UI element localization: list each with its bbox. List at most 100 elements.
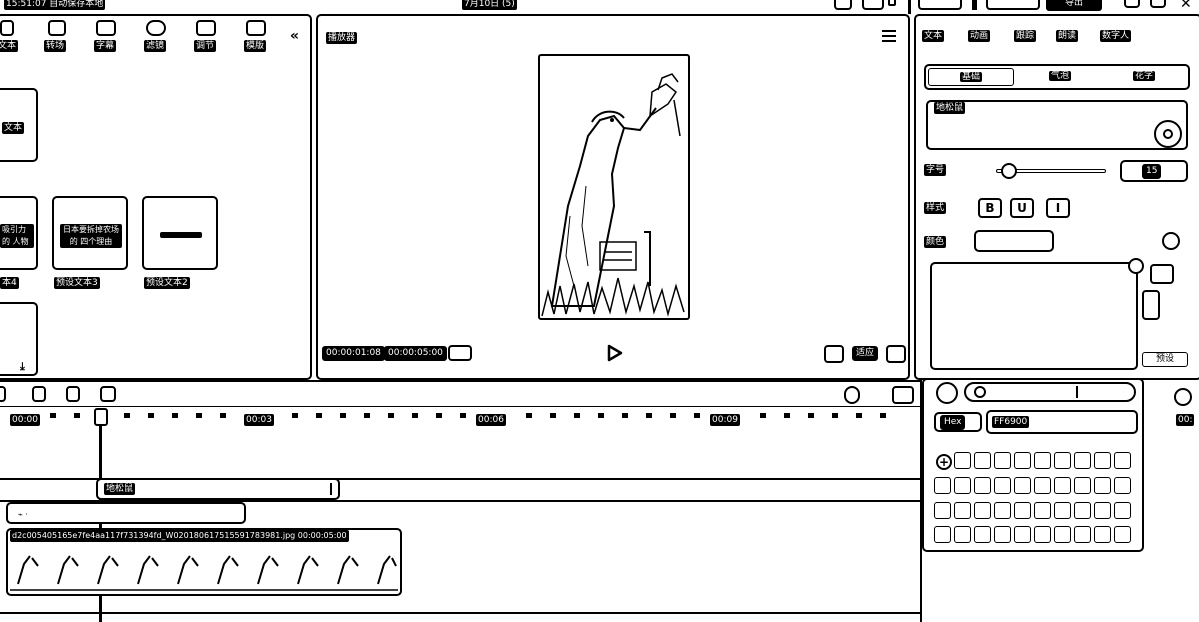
trim-right-icon[interactable] [66, 386, 80, 402]
close-icon[interactable]: ✕ [1180, 0, 1192, 12]
color-swatch[interactable] [974, 452, 991, 469]
link-icon[interactable] [1150, 264, 1174, 284]
preset-card[interactable]: 文本 [0, 88, 38, 162]
color-swatch[interactable] [1034, 501, 1051, 519]
color-swatch[interactable] [1094, 476, 1111, 494]
color-swatch[interactable] [1074, 476, 1091, 494]
video-clip[interactable]: d2c005405165e7fe4aa117f731394fd_W0201806… [6, 528, 402, 596]
opacity-handle[interactable] [974, 386, 986, 398]
color-swatch[interactable] [1054, 501, 1071, 519]
subtab-basic[interactable]: 基础 [928, 68, 1014, 86]
text-clip[interactable]: 地松鼠 [96, 478, 340, 500]
color-swatch[interactable] [1094, 501, 1111, 519]
italic-button[interactable]: I [1046, 198, 1070, 218]
clip-handle-right[interactable] [330, 483, 332, 495]
eyedropper-icon[interactable] [1128, 258, 1144, 274]
tab-digital-human[interactable]: 数字人 [1100, 30, 1132, 42]
play-button[interactable] [604, 343, 624, 363]
font-size-slider[interactable] [996, 163, 1106, 179]
color-swatch[interactable] [994, 452, 1011, 469]
color-swatch[interactable] [1014, 526, 1031, 544]
opacity-slider[interactable] [964, 382, 1136, 402]
color-swatch[interactable] [1114, 501, 1131, 519]
color-swatch[interactable] [1014, 476, 1031, 494]
color-swatch[interactable] [1094, 526, 1111, 544]
preset-card[interactable]: 日本要拆掉农场的 四个理由 [52, 196, 128, 270]
tab-tracking[interactable]: 跟踪 [1014, 30, 1037, 42]
preset-card[interactable]: ⤓ [0, 302, 38, 376]
bold-button[interactable]: B [978, 198, 1002, 218]
screen-icon[interactable] [862, 0, 884, 10]
trim-left-icon[interactable] [32, 386, 46, 402]
layout-icon[interactable] [834, 0, 852, 10]
color-swatch[interactable] [954, 501, 971, 519]
color-swatch[interactable] [1054, 526, 1071, 544]
preset-button[interactable]: 预设 [1142, 352, 1188, 367]
color-swatch[interactable] [954, 452, 971, 469]
publish-button[interactable] [986, 0, 1040, 10]
color-swatch[interactable] [1114, 476, 1131, 494]
audio-clip[interactable]: ⌁ · [6, 502, 246, 524]
color-swatch[interactable] [994, 501, 1011, 519]
zoom-icon[interactable] [824, 345, 844, 363]
download-icon[interactable]: ⤓ [20, 360, 25, 374]
collapse-icon[interactable]: « [290, 28, 299, 44]
color-swatch[interactable] [934, 501, 951, 519]
eyedropper-button[interactable] [936, 382, 958, 404]
share-button[interactable] [918, 0, 962, 10]
hex-input[interactable]: FF6900 [986, 410, 1138, 434]
record-icon[interactable] [1154, 120, 1182, 148]
color-swatch[interactable] [974, 476, 991, 494]
tab-animation[interactable]: 动画 [968, 30, 991, 42]
tab-text[interactable]: 文本 [922, 30, 945, 42]
export-button[interactable]: 导出 [1046, 0, 1102, 11]
subtab-fancy-text[interactable]: 花字 [1114, 68, 1174, 86]
preset-card[interactable] [142, 196, 218, 270]
ratio-button[interactable]: 适应 [852, 346, 879, 361]
side-tab[interactable] [1142, 290, 1160, 320]
subtab-bubble[interactable]: 气泡 [1030, 68, 1090, 86]
minimize-icon[interactable] [1124, 0, 1140, 8]
preset-card[interactable]: 吸引力的 人物 [0, 196, 38, 270]
playhead-handle[interactable] [94, 408, 108, 426]
settings-icon[interactable] [1174, 388, 1192, 406]
color-swatch[interactable] [994, 526, 1011, 544]
font-size-stepper[interactable]: 15 [1120, 160, 1188, 182]
color-swatch[interactable] [934, 526, 951, 544]
color-swatch[interactable] [1054, 476, 1071, 494]
color-swatch[interactable] [1094, 452, 1111, 469]
dropdown-icon[interactable] [888, 0, 896, 6]
color-swatch[interactable] [1034, 476, 1051, 494]
color-swatch[interactable] [1074, 501, 1091, 519]
color-swatch[interactable] [1034, 452, 1051, 469]
color-swatch-grid[interactable] [934, 452, 1138, 548]
timecode-grid-icon[interactable] [448, 345, 472, 361]
color-swatch[interactable] [1014, 501, 1031, 519]
color-swatch[interactable] [1114, 452, 1131, 469]
delete-icon[interactable] [100, 386, 116, 402]
color-swatch[interactable] [954, 476, 971, 494]
color-swatch[interactable] [994, 476, 1011, 494]
slider-handle[interactable] [1000, 163, 1017, 179]
color-swatch[interactable] [974, 501, 991, 519]
color-swatch[interactable] [1074, 526, 1091, 544]
split-icon[interactable] [0, 386, 6, 402]
fit-timeline-icon[interactable] [892, 386, 914, 404]
color-swatch[interactable] [974, 526, 991, 544]
color-swatch[interactable] [1074, 452, 1091, 469]
color-swatch[interactable] [934, 476, 951, 494]
text-input[interactable]: 地松鼠 [926, 100, 1188, 150]
color-swatch[interactable] [1054, 452, 1071, 469]
color-picker[interactable] [974, 230, 1054, 252]
maximize-icon[interactable] [1150, 0, 1166, 8]
microphone-icon[interactable] [844, 386, 860, 404]
color-swatch[interactable] [954, 526, 971, 544]
hex-mode-select[interactable]: Hex [934, 412, 982, 432]
color-palette-area[interactable] [930, 262, 1138, 370]
tab-read-aloud[interactable]: 朗读 [1056, 30, 1079, 42]
color-swatch[interactable] [1114, 526, 1131, 544]
fullscreen-icon[interactable] [886, 345, 906, 363]
underline-button[interactable]: U [1010, 198, 1034, 218]
color-swatch[interactable] [1034, 526, 1051, 544]
menu-icon[interactable] [882, 28, 896, 42]
